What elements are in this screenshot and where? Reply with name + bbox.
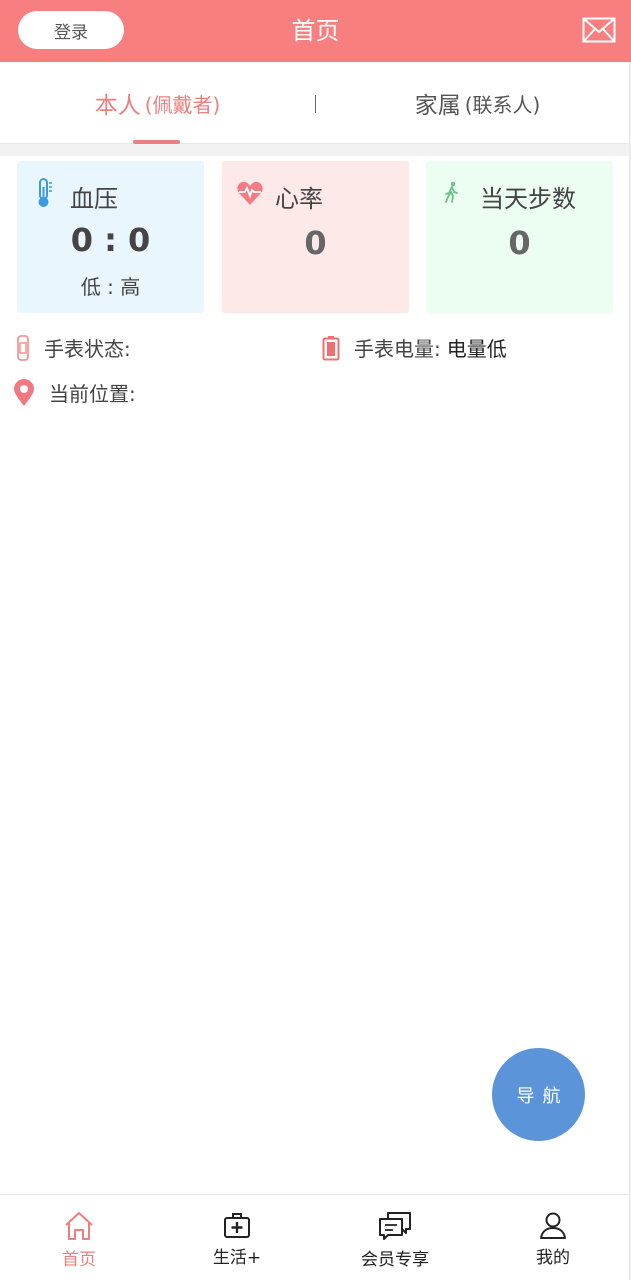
battery-value: 电量低 <box>446 337 507 361</box>
bottom-nav-life[interactable]: 生活+ <box>158 1195 316 1280</box>
login-button[interactable]: 登录 <box>18 11 124 49</box>
tab-family-sub: (联系人) <box>464 92 541 117</box>
bottom-navigation: 首页 生活+ 会员专享 我的 <box>0 1194 631 1280</box>
bottom-nav-home[interactable]: 首页 <box>0 1195 158 1280</box>
bottom-nav-profile[interactable]: 我的 <box>474 1195 631 1280</box>
chat-icon <box>379 1212 411 1240</box>
blood-pressure-title: 血压 <box>70 185 118 213</box>
home-icon <box>65 1212 93 1240</box>
tab-self-sub: (佩戴者) <box>144 92 221 117</box>
blood-pressure-value: 0 : 0 <box>70 221 151 259</box>
blood-pressure-sub: 低 : 高 <box>80 275 141 299</box>
location-row: 当前位置: <box>13 378 136 407</box>
user-tabs: 本人 (佩戴者) 家属 (联系人) <box>0 62 631 144</box>
location-pin-icon <box>14 378 34 406</box>
heart-pulse-icon <box>237 181 263 205</box>
steps-value: 0 <box>508 224 531 262</box>
tab-divider <box>315 95 316 113</box>
heart-rate-value: 0 <box>304 224 327 262</box>
location-label: 当前位置: <box>49 382 136 406</box>
thermometer-icon <box>38 178 52 207</box>
watch-icon <box>17 334 29 361</box>
tab-self[interactable]: 本人 (佩戴者) <box>40 62 275 144</box>
battery-icon <box>322 335 340 360</box>
user-icon <box>540 1212 566 1239</box>
header-bar: 登录 首页 <box>0 0 631 62</box>
steps-title: 当天步数 <box>480 185 576 213</box>
tab-family[interactable]: 家属 (联系人) <box>360 62 595 144</box>
medical-kit-icon <box>224 1213 250 1238</box>
blood-pressure-card[interactable]: 血压 0 : 0 低 : 高 <box>17 161 204 313</box>
tab-self-label: 本人 <box>94 93 141 119</box>
steps-card[interactable]: 当天步数 0 <box>426 161 613 313</box>
section-divider <box>0 144 631 156</box>
bottom-nav-home-label: 首页 <box>62 1250 96 1270</box>
watch-state-row: 手表状态: <box>16 333 131 362</box>
mail-icon[interactable] <box>582 17 616 43</box>
tab-family-label: 家属 <box>414 93 461 119</box>
bottom-nav-life-label: 生活+ <box>212 1248 262 1268</box>
bottom-nav-member-label: 会员专享 <box>361 1250 429 1270</box>
navigation-button[interactable]: 导航 <box>492 1048 585 1141</box>
battery-row: 手表电量: 电量低 <box>322 333 507 362</box>
watch-state-label: 手表状态: <box>44 337 131 361</box>
heart-rate-card[interactable]: 心率 0 <box>222 161 409 313</box>
bottom-nav-member[interactable]: 会员专享 <box>316 1195 474 1280</box>
heart-rate-title: 心率 <box>275 185 323 213</box>
battery-label: 手表电量: <box>354 337 441 361</box>
bottom-nav-profile-label: 我的 <box>536 1248 570 1268</box>
walking-icon <box>445 181 458 203</box>
